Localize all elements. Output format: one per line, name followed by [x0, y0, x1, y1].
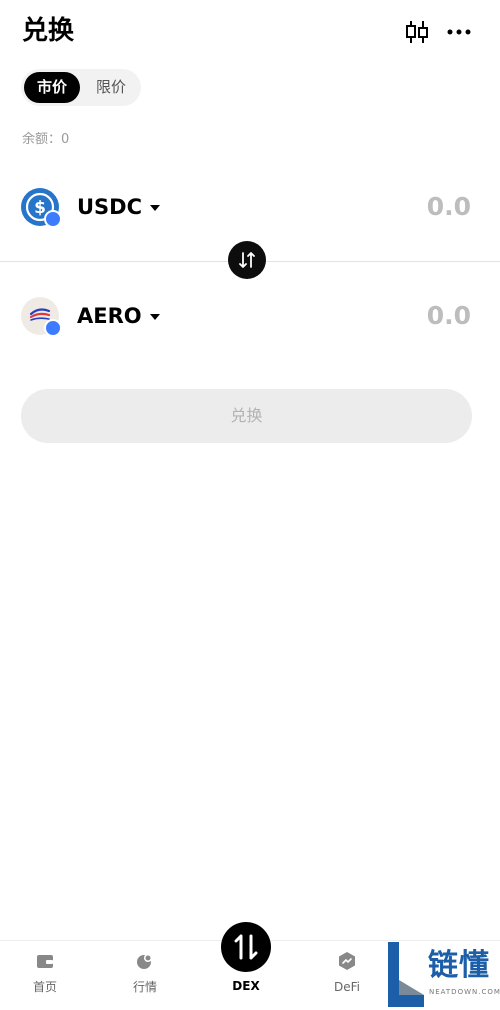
watermark-logo: 链懂 NEATDOWN.COM [386, 940, 500, 1009]
nav-item-home[interactable]: 首页 [5, 941, 85, 1010]
watermark-l-icon [388, 942, 424, 1007]
nav-item-dex[interactable] [221, 922, 271, 972]
nav-label-home: 首页 [32, 980, 57, 994]
more-dots-icon [447, 29, 471, 35]
nav-label-dex: DEX [232, 979, 260, 993]
switch-tokens-button[interactable] [228, 241, 266, 279]
nav-label-market: 行情 [132, 980, 157, 994]
to-token-row: AERO 0.0 [0, 286, 500, 346]
from-amount-input[interactable]: 0.0 [427, 191, 471, 223]
nav-item-market[interactable]: 行情 [105, 941, 185, 1010]
to-token-chevron-down-icon[interactable] [150, 314, 160, 320]
nav-item-defi[interactable]: DeFi [307, 941, 387, 1010]
page-title: 兑换 [22, 16, 75, 46]
more-button[interactable] [446, 19, 472, 45]
chain-badge-icon [44, 319, 62, 337]
wallet-icon [37, 955, 53, 968]
watermark-text: 链懂 [428, 948, 490, 983]
candlestick-chart-button[interactable] [403, 19, 431, 45]
defi-icon [339, 952, 355, 970]
market-icon [137, 954, 152, 969]
swap-direction-icon [239, 252, 255, 268]
from-token-chevron-down-icon[interactable] [150, 205, 160, 211]
balance-text: 余额：0 [22, 132, 70, 147]
chain-badge-icon [44, 210, 62, 228]
from-token-symbol[interactable]: USDC [77, 192, 142, 222]
candlestick-chart-icon [406, 21, 428, 43]
watermark-subtext: NEATDOWN.COM [429, 988, 500, 996]
tab-market-order[interactable]: 市价 [24, 72, 80, 103]
order-type-toggle: 市价 限价 [21, 69, 141, 106]
to-token-symbol[interactable]: AERO [77, 301, 142, 331]
swap-arrows-icon [234, 934, 258, 960]
from-token-row: $ USDC 0.0 [0, 177, 500, 237]
nav-label-defi: DeFi [334, 980, 360, 994]
swap-button[interactable]: 兑换 [21, 389, 472, 443]
tab-limit-order[interactable]: 限价 [83, 72, 139, 103]
to-amount-input[interactable]: 0.0 [427, 300, 471, 332]
